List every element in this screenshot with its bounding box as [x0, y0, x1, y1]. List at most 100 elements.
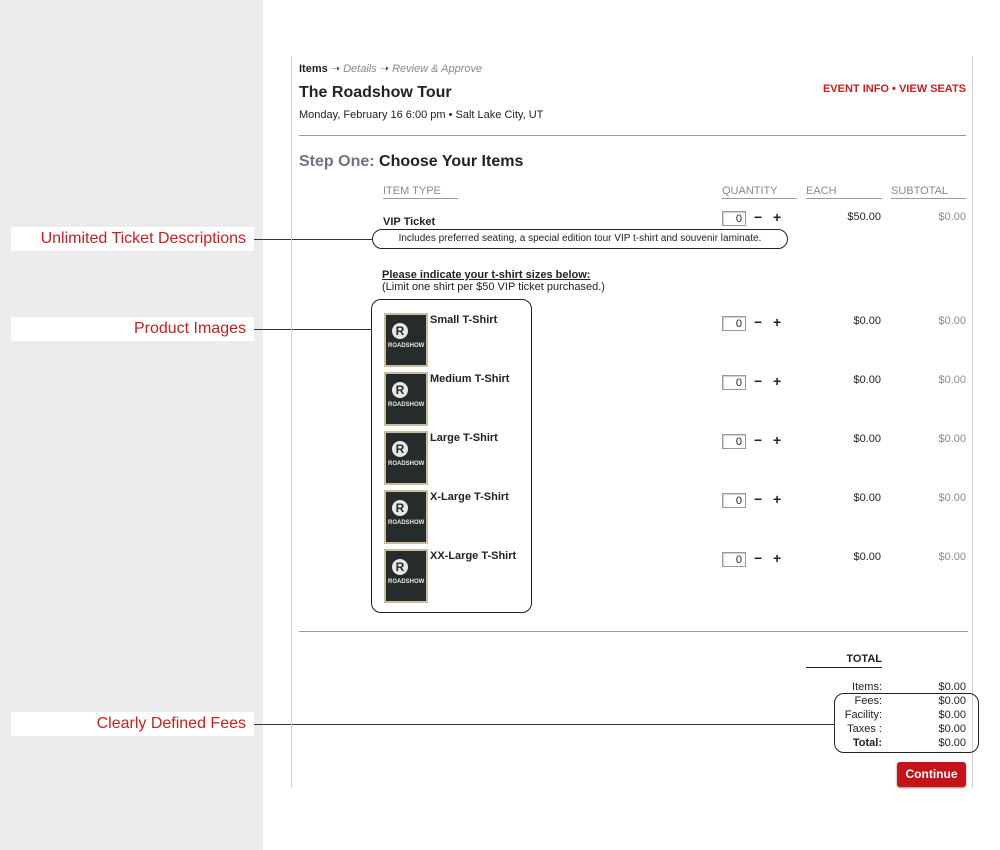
breadcrumb-arrow-icon: ➝	[379, 63, 389, 75]
roadshow-logo-icon: R	[392, 441, 408, 457]
vip-qty-input[interactable]	[722, 211, 746, 226]
plus-icon[interactable]: +	[773, 433, 781, 447]
tshirt-subtotal: $0.00	[938, 374, 966, 386]
tshirt-each-price: $0.00	[853, 492, 881, 504]
sizes-note-heading: Please indicate your t-shirt sizes below…	[382, 269, 591, 281]
plus-icon[interactable]: +	[773, 492, 781, 506]
divider	[299, 631, 968, 632]
fees-total: $0.00	[938, 695, 966, 707]
event-title: The Roadshow Tour	[299, 84, 452, 101]
tshirt-image: R ROADSHOW	[384, 431, 428, 485]
callout-defined-fees: Clearly Defined Fees	[11, 712, 254, 736]
event-details: Monday, February 16 6:00 pm • Salt Lake …	[299, 109, 543, 121]
callout-connector	[254, 724, 834, 725]
roadshow-wordmark: ROADSHOW	[388, 520, 425, 526]
link-separator: •	[892, 83, 896, 95]
taxes-label: Taxes :	[847, 723, 882, 735]
tshirt-each-price: $0.00	[853, 315, 881, 327]
col-each: EACH	[806, 185, 882, 199]
event-date-time: Monday, February 16 6:00 pm	[299, 109, 446, 121]
callout-product-images: Product Images	[11, 317, 254, 341]
minus-icon[interactable]: −	[754, 492, 762, 506]
items-label: Items:	[852, 681, 882, 693]
roadshow-logo-icon: R	[392, 382, 408, 398]
step-heading: Step One: Choose Your Items	[299, 153, 523, 171]
breadcrumb-review: Review & Approve	[392, 63, 483, 75]
tshirt-name: Large T-Shirt	[430, 432, 498, 444]
plus-icon[interactable]: +	[773, 374, 781, 388]
roadshow-logo-icon: R	[392, 559, 408, 575]
sizes-note: Please indicate your t-shirt sizes below…	[382, 269, 605, 293]
col-quantity: QUANTITY	[722, 185, 797, 199]
breadcrumb: Items ➝ Details ➝ Review & Approve	[299, 62, 482, 75]
facility-total: $0.00	[938, 709, 966, 721]
roadshow-logo-icon: R	[392, 500, 408, 516]
tshirt-qty-input[interactable]	[722, 316, 746, 331]
tshirt-name: X-Large T-Shirt	[430, 491, 509, 503]
tshirt-subtotal: $0.00	[938, 492, 966, 504]
tshirt-body	[386, 492, 426, 542]
total-heading: TOTAL	[806, 653, 882, 668]
col-item-type: ITEM TYPE	[383, 185, 458, 199]
roadshow-logo-icon: R	[392, 323, 408, 339]
step-title: Choose Your Items	[379, 153, 524, 170]
plus-icon[interactable]: +	[773, 315, 781, 329]
tshirt-image: R ROADSHOW	[384, 313, 428, 367]
grand-total-label: Total:	[852, 737, 882, 749]
tshirt-subtotal: $0.00	[938, 315, 966, 327]
plus-icon[interactable]: +	[773, 551, 781, 565]
roadshow-wordmark: ROADSHOW	[388, 343, 425, 349]
panel-border-left	[291, 56, 292, 788]
event-links: EVENT INFO • VIEW SEATS	[823, 83, 966, 95]
callout-ticket-descriptions: Unlimited Ticket Descriptions	[11, 227, 254, 251]
facility-label: Facility:	[844, 709, 882, 721]
vip-ticket-description: Includes preferred seating, a special ed…	[372, 229, 788, 249]
vip-each-price: $50.00	[847, 211, 881, 223]
tshirt-each-price: $0.00	[853, 551, 881, 563]
vip-subtotal: $0.00	[938, 211, 966, 223]
callout-connector	[254, 239, 372, 240]
view-seats-link[interactable]: VIEW SEATS	[899, 83, 966, 95]
panel-border-right	[972, 56, 973, 788]
tshirt-image: R ROADSHOW	[384, 372, 428, 426]
roadshow-wordmark: ROADSHOW	[388, 461, 425, 467]
minus-icon[interactable]: −	[754, 551, 762, 565]
tshirt-each-price: $0.00	[853, 374, 881, 386]
step-prefix: Step One:	[299, 153, 375, 170]
grand-total-value: $0.00	[938, 737, 966, 749]
tshirt-qty-input[interactable]	[722, 434, 746, 449]
tshirt-body	[386, 551, 426, 601]
tshirt-image: R ROADSHOW	[384, 490, 428, 544]
callout-connector	[254, 329, 371, 330]
tshirt-name: Small T-Shirt	[430, 314, 498, 326]
minus-icon[interactable]: −	[754, 374, 762, 388]
breadcrumb-items[interactable]: Items	[299, 63, 328, 75]
tshirt-name: XX-Large T-Shirt	[430, 550, 517, 562]
tshirt-qty-input[interactable]	[722, 493, 746, 508]
minus-icon[interactable]: −	[754, 315, 762, 329]
event-info-link[interactable]: EVENT INFO	[823, 83, 889, 95]
sizes-note-subtext: (Limit one shirt per $50 VIP ticket purc…	[382, 281, 605, 293]
plus-icon[interactable]: +	[773, 210, 781, 224]
tshirt-name: Medium T-Shirt	[430, 373, 510, 385]
bullet-separator: •	[448, 109, 453, 121]
tshirt-body	[386, 315, 426, 365]
taxes-total: $0.00	[938, 723, 966, 735]
minus-icon[interactable]: −	[754, 210, 762, 224]
event-location: Salt Lake City, UT	[455, 109, 544, 121]
tshirt-qty-input[interactable]	[722, 552, 746, 567]
tshirt-subtotal: $0.00	[938, 433, 966, 445]
tshirt-image: R ROADSHOW	[384, 549, 428, 603]
roadshow-wordmark: ROADSHOW	[388, 402, 425, 408]
tshirt-qty-input[interactable]	[722, 375, 746, 390]
continue-button[interactable]: Continue	[897, 762, 966, 787]
tshirt-body	[386, 374, 426, 424]
breadcrumb-arrow-icon: ➝	[330, 63, 341, 75]
tshirt-subtotal: $0.00	[938, 551, 966, 563]
divider	[299, 135, 966, 136]
minus-icon[interactable]: −	[754, 433, 762, 447]
breadcrumb-details: Details	[343, 63, 377, 75]
col-subtotal: SUBTOTAL	[891, 185, 966, 199]
tshirt-body	[386, 433, 426, 483]
fees-label: Fees:	[854, 695, 882, 707]
